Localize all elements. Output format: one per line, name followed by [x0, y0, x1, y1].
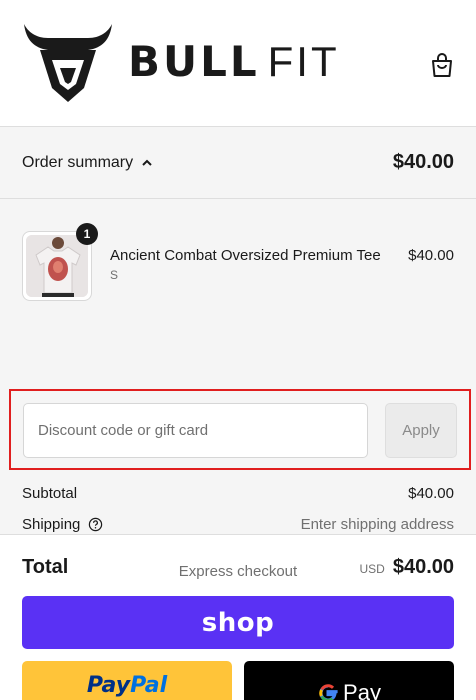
t-shirt-product-image — [26, 235, 88, 297]
line-item: 1 Ancient Combat Oversized Premium Tee S… — [22, 223, 454, 303]
total-label: Total — [22, 556, 69, 578]
shipping-value: Enter shipping address — [300, 516, 454, 533]
order-summary-toggle[interactable]: Order summary — [22, 154, 153, 172]
wallet-buttons-row: PayPal Pay — [22, 661, 454, 700]
order-summary-label: Order summary — [22, 153, 134, 171]
discount-code-input[interactable] — [23, 403, 368, 458]
total-value: $40.00 — [392, 556, 454, 578]
brand-name: BULL FIT — [128, 41, 340, 83]
shopping-bag-icon[interactable] — [430, 52, 454, 78]
order-summary-bar: Order summary $40.00 — [0, 127, 476, 199]
paypal-logo: PayPal — [87, 673, 167, 700]
paypal-logo-part-b: Pal — [130, 673, 168, 698]
currency-code: USD — [359, 562, 385, 576]
subtotal-label: Subtotal — [22, 485, 78, 502]
apply-discount-button[interactable]: Apply — [385, 403, 457, 458]
cost-breakdown: Subtotal $40.00 Shipping Enter shipping … — [22, 478, 454, 579]
shop-pay-button[interactable]: shop — [22, 596, 454, 649]
product-thumbnail: 1 — [22, 223, 98, 301]
order-summary-total: $40.00 — [392, 151, 454, 173]
google-pay-button[interactable]: Pay — [244, 661, 454, 700]
shop-pay-label: shop — [201, 607, 275, 638]
discount-section-highlight: Apply — [9, 389, 471, 470]
shipping-label: Shipping — [22, 516, 81, 533]
shipping-label-group: Shipping — [22, 516, 103, 533]
t-shirt-icon — [26, 235, 88, 297]
bull-head-icon — [24, 24, 112, 102]
paypal-logo-part-a: Pay — [86, 673, 131, 698]
question-circle-icon[interactable] — [88, 517, 103, 532]
shipping-row: Shipping Enter shipping address — [22, 509, 454, 540]
header: BULL FIT — [0, 0, 476, 127]
line-item-variant: S — [110, 268, 119, 282]
google-pay-logo: Pay — [317, 671, 381, 700]
line-item-info: Ancient Combat Oversized Premium Tee S — [110, 231, 408, 282]
subtotal-value: $40.00 — [408, 485, 454, 502]
express-checkout: Express checkout shop PayPal Pay — [0, 563, 476, 700]
brand-logo[interactable]: BULL FIT — [20, 22, 340, 102]
order-summary-panel: 1 Ancient Combat Oversized Premium Tee S… — [0, 199, 476, 578]
line-item-title: Ancient Combat Oversized Premium Tee — [110, 247, 381, 264]
line-item-price: $40.00 — [408, 247, 454, 264]
paypal-button[interactable]: PayPal — [22, 661, 232, 700]
quantity-badge: 1 — [76, 223, 98, 245]
total-amount-group: USD $40.00 — [359, 556, 454, 579]
total-row: Total USD $40.00 — [22, 556, 454, 579]
google-pay-label: Pay — [343, 679, 381, 700]
subtotal-row: Subtotal $40.00 — [22, 478, 454, 509]
google-g-icon — [319, 683, 338, 700]
brand-name-light: FIT — [267, 38, 340, 85]
brand-name-bold: BULL — [128, 37, 260, 86]
chevron-up-icon — [142, 159, 152, 166]
